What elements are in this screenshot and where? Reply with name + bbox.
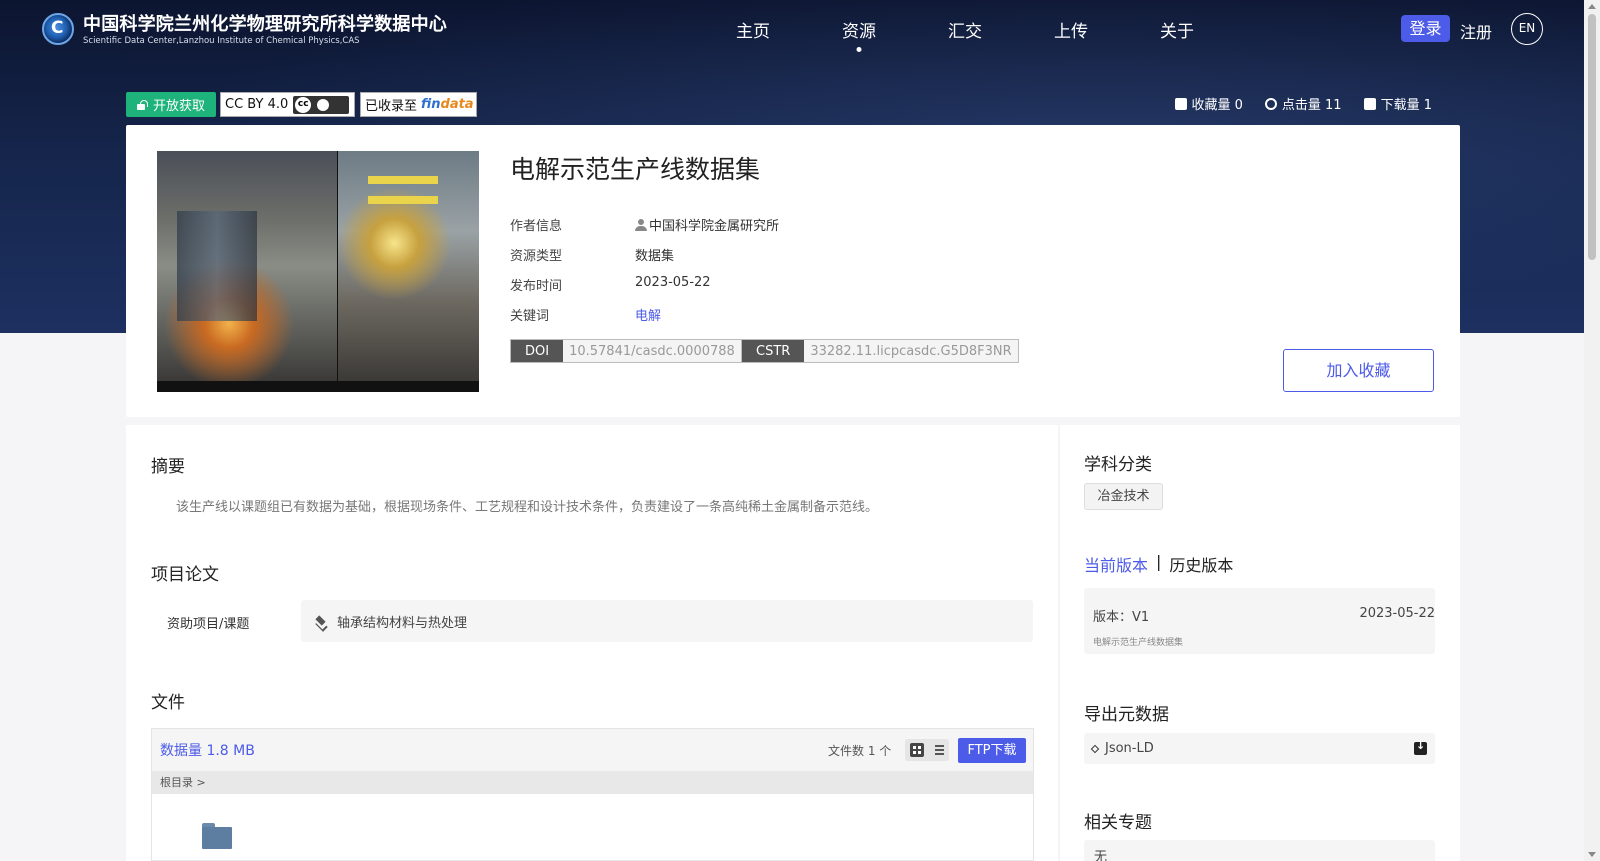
layers-icon [315, 615, 327, 627]
views-count: 点击量 11 [1281, 98, 1342, 113]
keyword-label: 关键词 [510, 309, 550, 324]
nav-item-upload[interactable]: 上传 [1018, 17, 1124, 42]
dataset-cover-image [157, 151, 479, 392]
related-topics-value: 无 [1084, 840, 1435, 861]
folder-icon[interactable] [202, 823, 232, 849]
date-label: 发布时间 [510, 279, 563, 294]
download-icon[interactable] [1414, 739, 1427, 755]
view-mode-toggle[interactable] [905, 739, 949, 761]
export-format-label: Json-LD [1105, 741, 1154, 756]
cover-left-photo [157, 151, 337, 381]
scrollbar-thumb[interactable] [1588, 14, 1596, 260]
cstr-value[interactable]: 33282.11.licpcasdc.G5D8F3NR [804, 340, 1017, 362]
nav-item-resources[interactable]: 资源 [806, 17, 912, 42]
funding-project-name[interactable]: 轴承结构材料与热处理 [337, 612, 467, 631]
type-label: 资源类型 [510, 249, 563, 264]
file-browser: 数据量 1.8 MB 文件数 1 个 FTP下载 根目录 > [151, 728, 1034, 861]
file-count-label: 文件数 1 个 [828, 744, 892, 758]
author-name[interactable]: 中国科学院金属研究所 [649, 219, 779, 234]
site-title[interactable]: 中国科学院兰州化学物理研究所科学数据中心 [83, 10, 447, 36]
bookmark-icon [1174, 97, 1187, 110]
findata-logo-icon: findata [421, 97, 474, 112]
version-card[interactable]: 版本：V1 2023-05-22 电解示范生产线数据集 [1084, 588, 1435, 654]
downloads-count: 下载量 1 [1380, 98, 1432, 113]
data-size-label: 数据量 1.8 MB [160, 743, 255, 759]
unlock-icon [136, 99, 148, 110]
download-count-icon [1363, 97, 1376, 110]
downloads-stat: 下载量 1 [1363, 94, 1432, 113]
site-header: 中国科学院兰州化学物理研究所科学数据中心 Scientific Data Cen… [0, 0, 1584, 60]
funding-label: 资助项目/课题 [167, 617, 250, 632]
keyword-link[interactable]: 电解 [635, 305, 661, 324]
favorites-stat: 收藏量 0 [1174, 94, 1243, 113]
indexed-label: 已收录至 [365, 99, 418, 114]
open-access-label: 开放获取 [152, 99, 205, 114]
subject-heading: 学科分类 [1084, 455, 1152, 475]
file-breadcrumb[interactable]: 根目录 > [152, 771, 1033, 794]
institute-logo-icon[interactable] [42, 13, 74, 45]
site-subtitle: Scientific Data Center,Lanzhou Institute… [83, 36, 360, 46]
tab-history-version[interactable]: 历史版本 [1169, 552, 1233, 576]
file-browser-toolbar: 数据量 1.8 MB 文件数 1 个 FTP下载 [152, 729, 1033, 771]
funding-project-item[interactable]: 轴承结构材料与热处理 [301, 600, 1033, 642]
related-topics-heading: 相关专题 [1084, 813, 1152, 833]
dataset-stats: 收藏量 0 点击量 11 下载量 1 [1174, 94, 1432, 113]
person-icon [635, 219, 647, 231]
open-access-badge: 开放获取 [126, 92, 216, 117]
abstract-heading: 摘要 [151, 457, 185, 477]
export-jsonld-item[interactable]: Json-LD [1084, 733, 1435, 764]
version-date: 2023-05-22 [1359, 606, 1435, 621]
doi-value[interactable]: 10.57841/casdc.0000788 [563, 340, 741, 362]
diamond-icon [1090, 744, 1100, 753]
cover-right-photo [338, 151, 479, 381]
scroll-down-arrow-icon[interactable] [1588, 852, 1596, 857]
language-toggle-button[interactable]: EN [1511, 13, 1543, 45]
project-heading: 项目论文 [151, 565, 219, 585]
page-scrollbar[interactable] [1584, 0, 1600, 861]
author-value[interactable]: 中国科学院金属研究所 [635, 215, 779, 234]
list-view-icon[interactable] [934, 745, 944, 755]
type-value: 数据集 [635, 249, 675, 264]
doi-box[interactable]: DOI 10.57841/casdc.0000788 [510, 339, 742, 363]
tab-divider: | [1156, 552, 1162, 571]
login-button[interactable]: 登录 [1401, 15, 1450, 42]
license-label: CC BY 4.0 [225, 97, 289, 112]
add-favorite-button[interactable]: 加入收藏 [1283, 349, 1434, 392]
nav-item-about[interactable]: 关于 [1124, 17, 1230, 42]
license-badge[interactable]: CC BY 4.0 [220, 92, 355, 117]
export-heading: 导出元数据 [1084, 705, 1169, 725]
version-label: 版本：V1 [1093, 610, 1150, 625]
views-stat: 点击量 11 [1264, 94, 1342, 113]
favorites-count: 收藏量 0 [1191, 98, 1243, 113]
version-dataset-name: 电解示范生产线数据集 [1093, 638, 1184, 648]
scroll-up-arrow-icon[interactable] [1588, 4, 1596, 9]
subject-tag[interactable]: 冶金技术 [1084, 483, 1163, 510]
abstract-text: 该生产线以课题组已有数据为基础，根据现场条件、工艺规程和设计技术条件，负责建设了… [176, 500, 879, 515]
author-label: 作者信息 [510, 219, 563, 234]
doi-tag: DOI [511, 340, 564, 362]
ftp-download-button[interactable]: FTP下载 [958, 738, 1026, 763]
cstr-box[interactable]: CSTR 33282.11.licpcasdc.G5D8F3NR [741, 339, 1019, 363]
cstr-tag: CSTR [742, 340, 805, 362]
date-value: 2023-05-22 [635, 275, 711, 290]
files-heading: 文件 [151, 693, 185, 713]
grid-view-icon[interactable] [910, 743, 925, 757]
creative-commons-icon [293, 95, 350, 114]
version-tabs: 当前版本 | 历史版本 [1084, 552, 1233, 576]
dataset-title: 电解示范生产线数据集 [510, 155, 761, 184]
findata-badge[interactable]: 已收录至 findata [360, 92, 477, 117]
register-link[interactable]: 注册 [1460, 19, 1492, 43]
main-nav: 主页 资源 汇交 上传 关于 [700, 17, 1230, 42]
eye-icon [1264, 97, 1277, 110]
nav-item-home[interactable]: 主页 [700, 17, 806, 42]
nav-item-submit[interactable]: 汇交 [912, 17, 1018, 42]
tab-current-version[interactable]: 当前版本 [1084, 552, 1148, 576]
